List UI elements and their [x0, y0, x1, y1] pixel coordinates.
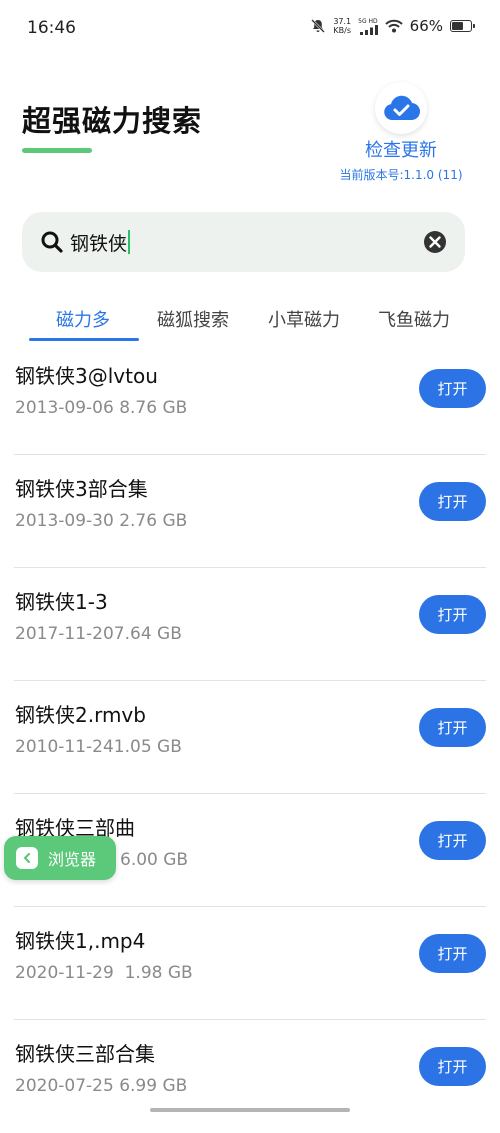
battery-icon	[450, 20, 475, 32]
tab-cihu-search[interactable]: 磁狐搜索	[157, 306, 229, 332]
result-title: 钢铁侠三部合集	[15, 1042, 155, 1066]
status-icons: 37.1 KB/s 5G HD 66%	[310, 17, 475, 35]
result-meta: 2020-11-29 1.98 GB	[15, 963, 193, 983]
network-speed-value: 37.1	[333, 17, 352, 26]
source-tabs: 磁力多 磁狐搜索 小草磁力 飞鱼磁力	[0, 298, 500, 342]
mute-bell-icon	[311, 19, 326, 33]
search-input-value: 钢铁侠	[70, 232, 128, 255]
search-input[interactable]: 钢铁侠	[70, 229, 423, 256]
clear-search-icon[interactable]	[423, 230, 447, 254]
chevron-left-icon	[23, 852, 31, 864]
update-section: 检查更新 当前版本号:1.1.0 (11)	[326, 82, 476, 183]
result-title: 钢铁侠1,.mp4	[15, 929, 146, 953]
back-arrow-icon	[16, 847, 38, 869]
open-button[interactable]: 打开	[419, 369, 486, 408]
network-speed-unit: KB/s	[333, 26, 352, 35]
list-item[interactable]: 钢铁侠三部合集 2020-07-25 6.99 GB 打开	[0, 1020, 500, 1133]
battery-level-fill	[452, 22, 464, 30]
list-item[interactable]: 钢铁侠3部合集 2013-09-30 2.76 GB 打开	[0, 455, 500, 568]
list-item[interactable]: 钢铁侠1-3 2017-11-207.64 GB 打开	[0, 568, 500, 681]
search-icon	[41, 231, 63, 253]
cell-signal: 5G HD	[358, 18, 378, 35]
list-item[interactable]: 钢铁侠1,.mp4 2020-11-29 1.98 GB 打开	[0, 907, 500, 1020]
list-item[interactable]: 钢铁侠2.rmvb 2010-11-241.05 GB 打开	[0, 681, 500, 794]
active-tab-indicator	[29, 338, 139, 341]
open-button[interactable]: 打开	[419, 934, 486, 973]
battery-percent: 66%	[409, 17, 443, 35]
signal-label: 5G HD	[358, 17, 378, 25]
browser-float-button[interactable]: 浏览器	[4, 836, 116, 880]
open-button[interactable]: 打开	[419, 708, 486, 747]
open-button[interactable]: 打开	[419, 821, 486, 860]
open-button[interactable]: 打开	[419, 595, 486, 634]
check-update-button[interactable]: 检查更新	[365, 136, 437, 162]
version-label: 当前版本号:1.1.0 (11)	[339, 168, 463, 182]
title-underline	[22, 148, 92, 153]
tab-feiyu[interactable]: 飞鱼磁力	[378, 306, 450, 332]
home-indicator[interactable]	[150, 1108, 350, 1112]
browser-label: 浏览器	[48, 850, 97, 869]
result-title: 钢铁侠1-3	[15, 590, 108, 614]
result-meta: 2017-11-207.64 GB	[15, 624, 182, 644]
result-title: 钢铁侠3部合集	[15, 477, 148, 501]
result-title: 钢铁侠2.rmvb	[15, 703, 146, 727]
result-meta: 2013-09-06 8.76 GB	[15, 398, 188, 418]
result-meta: 2010-11-241.05 GB	[15, 737, 182, 757]
search-bar: 钢铁侠	[22, 212, 465, 272]
status-time: 16:46	[27, 18, 76, 38]
page-title: 超强磁力搜索	[22, 104, 203, 138]
status-bar: 16:46 37.1 KB/s 5G HD 66%	[0, 0, 500, 60]
list-item[interactable]: 钢铁侠3@lvtou 2013-09-06 8.76 GB 打开	[0, 342, 500, 455]
text-caret	[128, 230, 131, 254]
result-list: 钢铁侠3@lvtou 2013-09-06 8.76 GB 打开 钢铁侠3部合集…	[0, 342, 500, 1133]
result-meta: 6.00 GB	[120, 850, 189, 870]
network-speed: 37.1 KB/s	[333, 17, 351, 35]
tab-ciliduo[interactable]: 磁力多	[56, 306, 110, 332]
open-button[interactable]: 打开	[419, 482, 486, 521]
cell-signal-icon	[359, 24, 378, 35]
cloud-check-icon	[384, 95, 420, 121]
open-button[interactable]: 打开	[419, 1047, 486, 1086]
wifi-icon	[384, 19, 403, 33]
result-meta: 2020-07-25 6.99 GB	[15, 1076, 188, 1096]
result-meta: 2013-09-30 2.76 GB	[15, 511, 188, 531]
tab-xiaocao[interactable]: 小草磁力	[268, 306, 340, 332]
update-cloud-button[interactable]	[375, 82, 427, 134]
result-title: 钢铁侠3@lvtou	[15, 364, 158, 388]
